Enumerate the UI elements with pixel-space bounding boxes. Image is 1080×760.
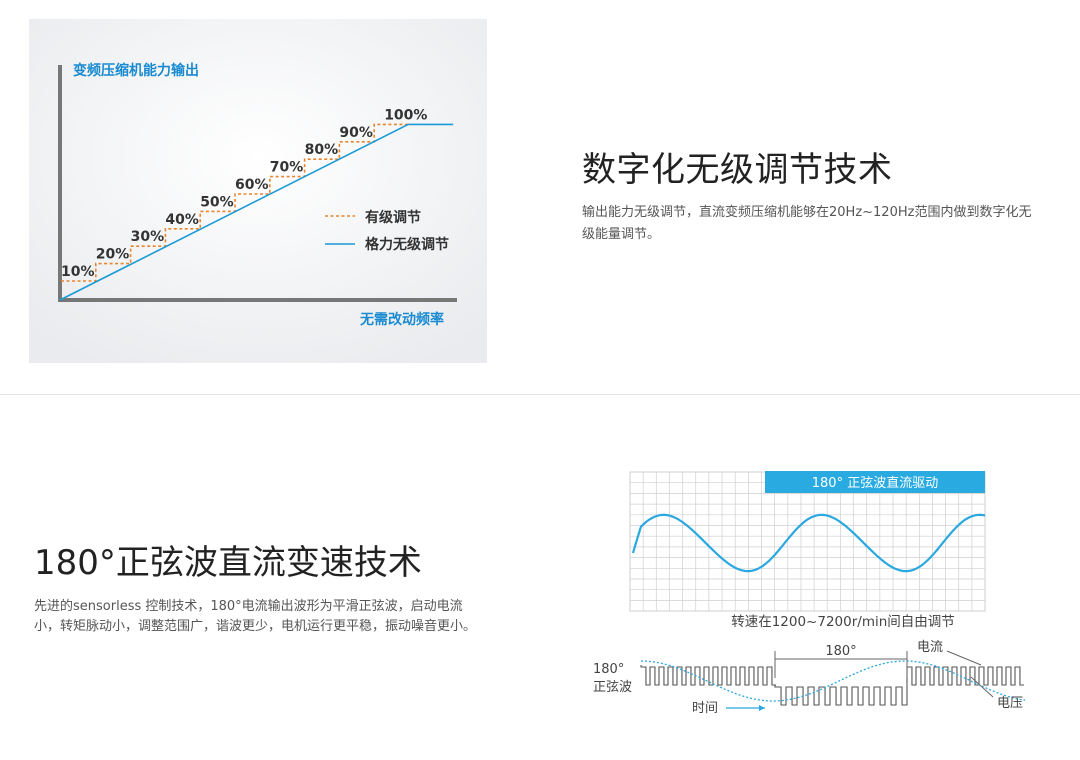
step-label-60pct: 60%: [235, 177, 269, 193]
section1-title: 数字化无级调节技术: [582, 150, 893, 190]
current-label: 电流: [917, 640, 943, 655]
sine-label-line1: 180°: [593, 662, 624, 677]
section-divider: [0, 394, 1080, 395]
speed-range-caption: 转速在1200~7200r/min间自由调节: [731, 614, 955, 630]
legend-step-label: 有级调节: [365, 209, 421, 226]
step-label-30pct: 30%: [131, 229, 165, 245]
time-label: 时间: [692, 701, 718, 716]
pwm-voltage-waveform: [640, 665, 1024, 706]
voltage-pointer: [970, 676, 994, 698]
step-label-70pct: 70%: [270, 160, 304, 176]
section2-description: 先进的sensorless 控制技术，180°电流输出波形为平滑正弦波，启动电流…: [34, 599, 477, 634]
capacity-output-diagram: 10%20%30%40%50%60%70%80%90% 100% 变频压缩机能力输…: [29, 19, 487, 363]
legend-linear-label: 格力无级调节: [365, 236, 449, 253]
step-label-40pct: 40%: [165, 212, 199, 228]
sine-drive-banner-text: 180° 正弦波直流驱动: [812, 475, 938, 491]
current-pointer: [946, 650, 982, 666]
step-label-80pct: 80%: [305, 142, 339, 158]
step-label-20pct: 20%: [96, 247, 130, 263]
voltage-label: 电压: [997, 696, 1023, 711]
step-label-100pct: 100%: [384, 107, 427, 123]
x-axis-label: 无需改动频率: [359, 311, 444, 328]
y-axis-label: 变频压缩机能力输出: [73, 62, 199, 79]
step-label-50pct: 50%: [200, 194, 234, 210]
section1-description: 输出能力无级调节，直流变频压缩机能够在20Hz~120Hz范围内做到数字化无级能…: [582, 205, 1032, 242]
angle-label: 180°: [825, 644, 856, 659]
sine-wave-diagram: 180° 正弦波直流驱动 转速在1200~7200r/min间自由调节 180°…: [593, 471, 1026, 716]
time-arrow-head-icon: [759, 705, 765, 711]
section2-title: 180°正弦波直流变速技术: [34, 543, 422, 583]
step-label-10pct: 10%: [61, 264, 95, 280]
step-label-90pct: 90%: [339, 125, 373, 141]
sine-label-line2: 正弦波: [593, 679, 632, 695]
